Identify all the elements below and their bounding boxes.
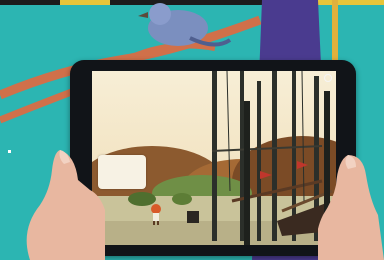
photo-scene (0, 0, 384, 260)
left-hand (26, 150, 106, 260)
settings-icon[interactable] (324, 74, 332, 82)
tablet-screen[interactable] (92, 71, 336, 245)
right-hand (318, 155, 384, 260)
tablet (70, 60, 356, 256)
